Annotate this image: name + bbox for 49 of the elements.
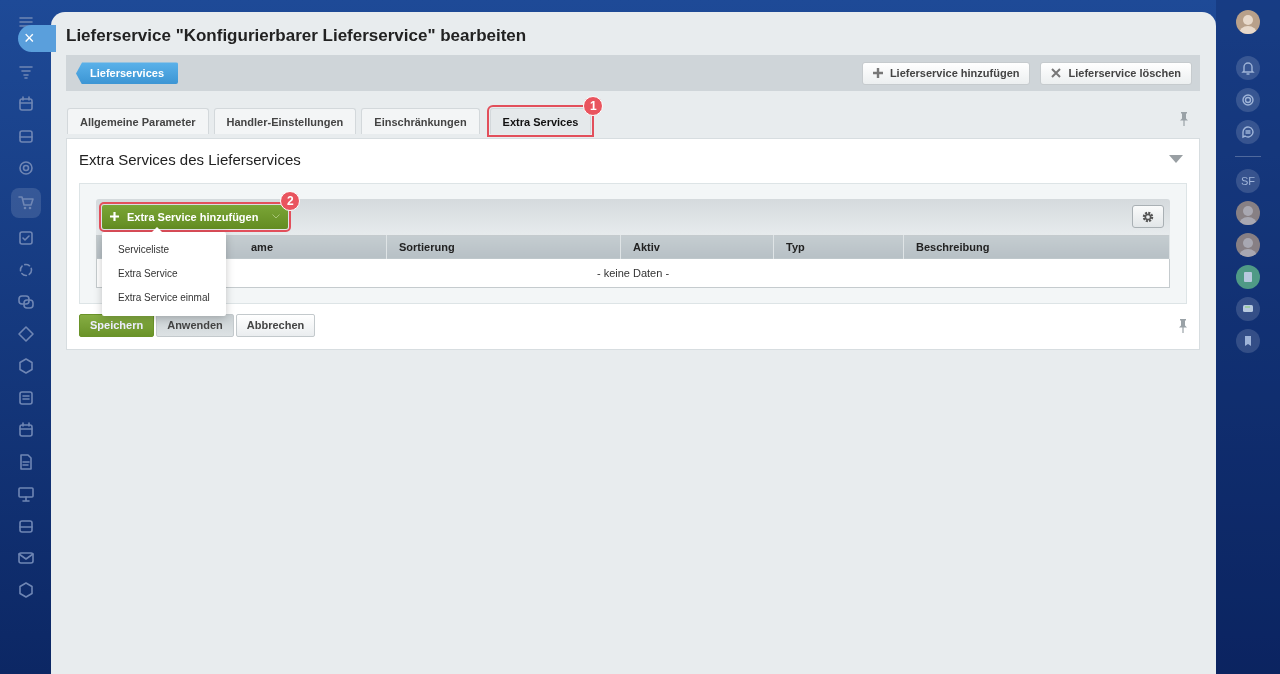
settings-icon <box>1142 210 1154 223</box>
hexagon-icon[interactable] <box>16 357 35 375</box>
collapse-caret-icon[interactable] <box>1169 155 1183 164</box>
pin-icon[interactable] <box>1178 112 1190 127</box>
column-header[interactable]: Aktiv <box>620 235 774 260</box>
menu-item[interactable]: Extra Service einmal <box>102 285 226 310</box>
window-title: Lieferservice "Konfigurierbarer Lieferservice" bearbeiten <box>66 26 528 47</box>
avatar[interactable]: SF <box>1236 169 1260 193</box>
tab[interactable]: Einschränkungen <box>361 108 480 135</box>
drive-icon[interactable] <box>16 517 35 535</box>
add-button[interactable]: Lieferservice hinzufügen <box>861 61 1031 85</box>
bell-icon[interactable] <box>1240 60 1256 76</box>
column-header[interactable]: Typ <box>773 235 904 260</box>
step-badge: 1 <box>583 96 604 117</box>
section-title: Extra Services des Lieferservices <box>79 150 301 171</box>
empty-message: - keine Daten - <box>596 266 670 279</box>
avatar[interactable] <box>1236 201 1260 225</box>
cancel-button[interactable]: Abbrechen <box>235 313 316 337</box>
delete-button[interactable]: Lieferservice löschen <box>1040 61 1192 85</box>
avatar[interactable] <box>1236 10 1260 34</box>
column-header[interactable]: Sortierung <box>386 235 621 260</box>
tab[interactable]: Allgemeine Parameter <box>67 108 209 135</box>
calendar-icon[interactable] <box>16 95 35 113</box>
presentation-icon[interactable] <box>16 485 35 503</box>
calendar-icon[interactable] <box>16 421 35 439</box>
column-header[interactable]: Beschreibung <box>903 235 1170 260</box>
close-icon <box>1051 68 1062 79</box>
filter-icon[interactable] <box>16 63 35 81</box>
step-badge: 2 <box>280 190 301 211</box>
caret-icon <box>272 214 281 220</box>
hexagon-icon[interactable] <box>16 581 35 599</box>
drive-icon[interactable] <box>16 127 35 145</box>
target-icon[interactable] <box>16 159 35 177</box>
avatar[interactable] <box>1236 233 1260 257</box>
list-icon[interactable] <box>16 389 35 407</box>
menu-item[interactable]: Extra Service <box>102 261 226 286</box>
chat-icon[interactable] <box>1240 124 1256 140</box>
chat-icon[interactable] <box>16 293 35 311</box>
diamond-icon[interactable] <box>16 325 35 343</box>
cart-icon[interactable] <box>16 194 35 212</box>
selected-nav-item[interactable] <box>10 188 41 218</box>
plus-icon <box>872 68 883 79</box>
spiral-icon[interactable] <box>1240 92 1256 108</box>
checkbox-icon[interactable] <box>16 229 35 247</box>
mail-icon[interactable] <box>16 549 35 567</box>
plus-icon <box>110 212 119 222</box>
tab[interactable]: Handler-Einstellungen <box>213 108 357 135</box>
settings-button[interactable] <box>1132 205 1164 229</box>
pin-icon[interactable] <box>1177 318 1189 333</box>
